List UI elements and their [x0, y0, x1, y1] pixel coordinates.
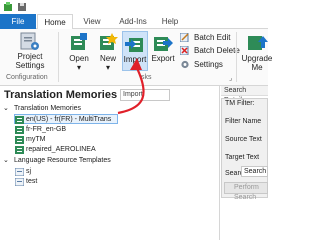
- tab-add-ins[interactable]: Add-Ins: [110, 14, 156, 29]
- translation-memory-icon: [15, 116, 24, 124]
- upgrade-button[interactable]: Upgrade Me: [240, 32, 274, 72]
- search-details-pane: Search Details TM Filter: Filter Name So…: [221, 86, 268, 240]
- upgrade-label-2: Me: [251, 63, 263, 72]
- tab-file[interactable]: File: [0, 14, 36, 29]
- tasks-group-label: sks: [141, 74, 152, 81]
- search-details-header: Search Details: [221, 86, 268, 104]
- pane-search-input[interactable]: Import: [120, 89, 170, 101]
- tab-help[interactable]: Help: [157, 14, 183, 29]
- save-icon[interactable]: [17, 2, 27, 12]
- import-button[interactable]: Import: [122, 31, 148, 71]
- dialog-launcher-icon[interactable]: ⌟: [229, 74, 232, 82]
- tree-item-label: repaired_AEROLINEA: [26, 146, 96, 153]
- language-resource-icon: [15, 168, 24, 176]
- tab-view[interactable]: View: [77, 14, 107, 29]
- batch-delete-button[interactable]: Batch Delete: [180, 45, 240, 56]
- new-label: New: [99, 54, 116, 63]
- collapse-icon[interactable]: ⌄: [3, 157, 12, 165]
- batch-edit-label: Batch Edit: [194, 33, 231, 42]
- source-text-label: Source Text: [225, 136, 262, 143]
- chevron-down-icon: ▾: [105, 63, 110, 72]
- batch-edit-icon: [180, 33, 189, 42]
- project-settings-label-1: Project: [17, 52, 43, 61]
- translation-memory-icon: [15, 146, 24, 154]
- tree-item-tm[interactable]: en(US) - fr(FR) - MultiTrans: [14, 114, 118, 124]
- upgrade-label-1: Upgrade: [241, 54, 273, 63]
- project-settings-label-2: Settings: [15, 61, 45, 70]
- new-icon: [100, 33, 118, 50]
- upgrade-icon: [248, 36, 268, 50]
- title-bar: [0, 0, 268, 14]
- batch-delete-icon: [180, 46, 189, 55]
- tree-item-label: test: [26, 178, 38, 185]
- tree-item-label: sj: [26, 168, 32, 175]
- search-type-select[interactable]: Search: [241, 166, 268, 177]
- export-icon: [154, 37, 173, 51]
- tree-item-label: myTM: [26, 136, 46, 143]
- translation-memory-icon: [15, 126, 24, 134]
- export-label: Export: [151, 54, 175, 63]
- tree-group-label: Language Resource Templates: [14, 157, 111, 164]
- undo-icon[interactable]: [3, 2, 13, 12]
- tm-filter-label: TM Filter:: [225, 100, 255, 107]
- settings-button[interactable]: Settings: [180, 59, 223, 70]
- chevron-down-icon: ▾: [76, 63, 81, 72]
- ribbon-tabs: File Home View Add-Ins Help: [0, 14, 268, 30]
- ribbon-separator: [58, 32, 59, 82]
- tree-item-label: fr-FR_en-GB: [26, 126, 67, 133]
- new-button[interactable]: New ▾: [94, 32, 122, 72]
- translation-memories-pane: Translation Memories Import ⌄ Translatio…: [0, 86, 220, 240]
- ribbon-separator: [236, 32, 237, 82]
- open-label: Open: [69, 54, 89, 63]
- import-label: Import: [123, 55, 147, 64]
- translation-memory-icon: [15, 136, 24, 144]
- target-text-label: Target Text: [225, 154, 260, 161]
- batch-delete-label: Batch Delete: [194, 46, 240, 55]
- filter-name-label: Filter Name: [225, 118, 262, 125]
- import-icon: [125, 38, 143, 52]
- pane-title: Translation Memories: [4, 89, 118, 101]
- configuration-group-label: Configuration: [6, 74, 48, 81]
- perform-search-button[interactable]: Perform Search: [224, 182, 268, 201]
- gear-icon: [181, 60, 189, 69]
- tree-item-label: en(US) - fr(FR) - MultiTrans: [26, 116, 112, 123]
- project-settings-icon: [20, 32, 39, 50]
- open-button[interactable]: Open ▾: [64, 32, 94, 72]
- batch-edit-button[interactable]: Batch Edit: [180, 32, 230, 43]
- tab-home[interactable]: Home: [37, 14, 73, 30]
- ribbon: Project Settings Configuration Open ▾ Ne…: [0, 29, 272, 86]
- tree-group-label: Translation Memories: [14, 105, 82, 112]
- export-button[interactable]: Export: [150, 32, 176, 63]
- open-icon: [71, 33, 87, 50]
- settings-label: Settings: [194, 60, 223, 69]
- collapse-icon[interactable]: ⌄: [3, 105, 12, 113]
- project-settings-button[interactable]: Project Settings: [8, 32, 52, 70]
- language-resource-icon: [15, 178, 24, 186]
